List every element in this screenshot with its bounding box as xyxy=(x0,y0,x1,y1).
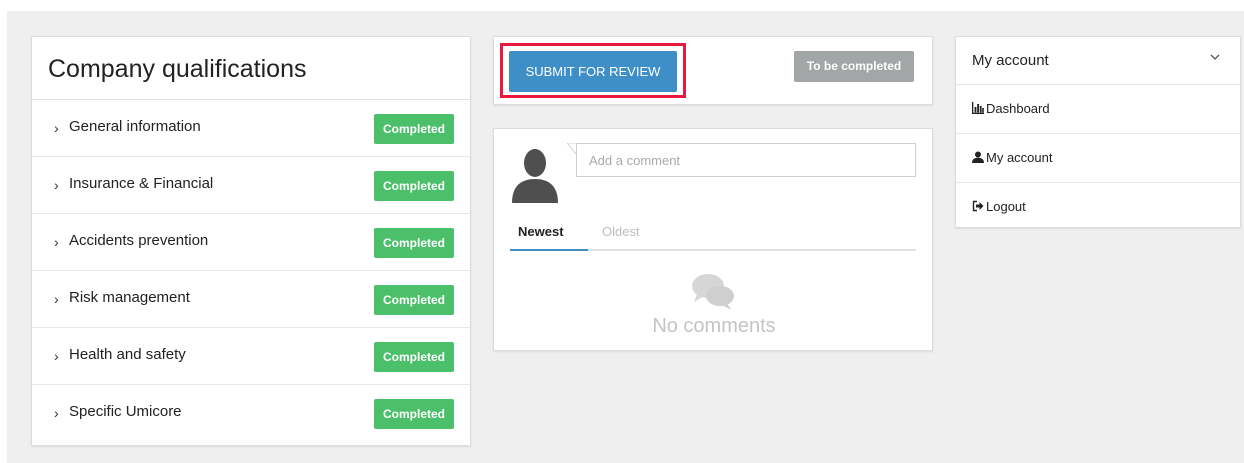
status-badge: Completed xyxy=(374,285,454,315)
chevron-right-icon: › xyxy=(54,405,59,421)
chevron-right-icon: › xyxy=(54,291,59,307)
status-badge: Completed xyxy=(374,228,454,258)
panel-title: Company qualifications xyxy=(32,37,470,100)
menu-item-logout[interactable]: Logout xyxy=(956,183,1240,231)
menu-item-label: Dashboard xyxy=(986,101,1050,116)
user-silhouette-icon xyxy=(512,149,558,203)
speech-bubbles-icon xyxy=(692,274,734,310)
account-menu-title: My account xyxy=(972,52,1049,69)
tab-newest[interactable]: Newest xyxy=(518,224,564,239)
status-badge: Completed xyxy=(374,399,454,429)
submit-for-review-button[interactable]: SUBMIT FOR REVIEW xyxy=(509,51,677,92)
qualification-item-health-and-safety[interactable]: › Health and safety Completed xyxy=(32,328,470,385)
chevron-right-icon: › xyxy=(54,348,59,364)
comment-sort-tabs: Newest Oldest xyxy=(510,219,916,251)
qualification-label: Health and safety xyxy=(69,346,186,363)
active-tab-indicator xyxy=(510,249,588,251)
menu-item-my-account[interactable]: My account xyxy=(956,134,1240,183)
bar-chart-icon xyxy=(972,102,984,114)
sign-out-icon xyxy=(972,200,984,212)
comments-panel: Newest Oldest No comments xyxy=(493,128,933,351)
tab-oldest[interactable]: Oldest xyxy=(602,224,640,239)
status-badge-to-be-completed: To be completed xyxy=(794,51,914,82)
qualification-item-general-information[interactable]: › General information Completed xyxy=(32,100,470,157)
qualification-label: Specific Umicore xyxy=(69,403,182,420)
chevron-right-icon: › xyxy=(54,120,59,136)
account-menu-header[interactable]: My account xyxy=(956,37,1240,85)
qualification-item-specific-umicore[interactable]: › Specific Umicore Completed xyxy=(32,385,470,442)
submission-panel: SUBMIT FOR REVIEW To be completed xyxy=(493,36,933,105)
status-badge: Completed xyxy=(374,171,454,201)
company-qualifications-panel: Company qualifications › General informa… xyxy=(31,36,471,446)
qualification-label: Accidents prevention xyxy=(69,232,209,249)
qualification-label: Risk management xyxy=(69,289,190,306)
qualification-label: General information xyxy=(69,118,201,135)
comment-input[interactable] xyxy=(576,143,916,177)
chevron-right-icon: › xyxy=(54,177,59,193)
qualification-item-risk-management[interactable]: › Risk management Completed xyxy=(32,271,470,328)
no-comments-message: No comments xyxy=(652,315,776,337)
chevron-right-icon: › xyxy=(54,234,59,250)
status-badge: Completed xyxy=(374,342,454,372)
menu-item-label: My account xyxy=(986,150,1053,165)
account-menu-panel: My account Dashboard My account Logout xyxy=(955,36,1241,228)
qualification-item-insurance-financial[interactable]: › Insurance & Financial Completed xyxy=(32,157,470,214)
menu-item-label: Logout xyxy=(986,199,1026,214)
chevron-down-icon xyxy=(1210,54,1220,60)
qualification-label: Insurance & Financial xyxy=(69,175,214,192)
qualification-item-accidents-prevention[interactable]: › Accidents prevention Completed xyxy=(32,214,470,271)
menu-item-dashboard[interactable]: Dashboard xyxy=(956,85,1240,134)
status-badge: Completed xyxy=(374,114,454,144)
user-icon xyxy=(972,151,984,163)
